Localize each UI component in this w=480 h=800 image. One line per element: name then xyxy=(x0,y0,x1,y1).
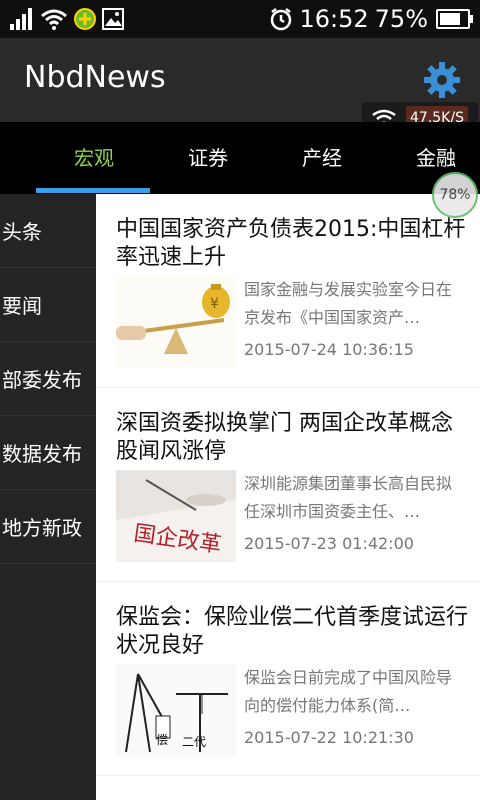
money-balance-image: ¥ xyxy=(116,276,236,368)
alarm-icon xyxy=(271,8,292,31)
sidebar-item-label: 头条 xyxy=(2,220,42,244)
article-date: 2015-07-24 10:36:15 xyxy=(244,340,414,359)
sidebar-item-label: 部委发布 xyxy=(2,368,82,392)
article-title: 深国资委拟换掌门 两国企改革概念股闻风涨停 xyxy=(116,411,453,464)
article-card[interactable]: 深国资委拟换掌门 两国企改革概念股闻风涨停 国企改革 深圳能源集团董事长高自民拟… xyxy=(96,388,480,581)
article-card[interactable]: 中国国家资产负债表2015:中国杠杆率迅速上升 ¥ 国家金融与发展实验室今日在京… xyxy=(96,194,480,387)
soe-reform-image: 国企改革 xyxy=(116,470,236,562)
sidebar-item-news[interactable]: 要闻 xyxy=(0,268,96,342)
tab-indicator xyxy=(36,188,150,193)
image-icon xyxy=(102,8,124,30)
article-list: 中国国家资产负债表2015:中国杠杆率迅速上升 ¥ 国家金融与发展实验室今日在京… xyxy=(96,194,480,800)
article-summary: 国家金融与发展实验室今日在京发布《中国国家资产… xyxy=(244,280,453,327)
tab-securities[interactable]: 证券 xyxy=(150,122,266,194)
image-caption-right: 二代 xyxy=(182,735,206,749)
crane-cartoon-image: 偿 二代 xyxy=(116,664,236,756)
app-title: NbdNews xyxy=(24,60,166,95)
wifi-icon xyxy=(41,9,67,30)
article-summary: 深圳能源集团董事长高自民拟任深圳市国资委主任、… xyxy=(244,474,453,521)
battery-percent: 75% xyxy=(374,5,428,33)
sidebar-item-data[interactable]: 数据发布 xyxy=(0,416,96,490)
sidebar-item-local-policy[interactable]: 地方新政 xyxy=(0,490,96,564)
signal-icon xyxy=(10,8,32,30)
battery-level-fill xyxy=(440,13,460,25)
status-icons-right: 16:52 75% xyxy=(269,4,473,34)
360-security-icon xyxy=(74,8,96,30)
sidebar-item-label: 数据发布 xyxy=(2,442,82,466)
sidebar-item-label: 要闻 xyxy=(2,294,42,318)
article-thumbnail: 偿 二代 xyxy=(116,664,236,756)
sidebar-item-headlines[interactable]: 头条 xyxy=(0,194,96,268)
tab-macro[interactable]: 宏观 xyxy=(36,122,152,194)
image-caption-left: 偿 xyxy=(156,732,168,747)
article-card-partial[interactable] xyxy=(96,776,480,800)
svg-text:¥: ¥ xyxy=(210,296,219,312)
battery-icon xyxy=(436,9,473,29)
article-thumbnail: 国企改革 xyxy=(116,470,236,562)
category-tabs: 宏观 证券 产经 金融 xyxy=(0,122,480,194)
tab-industry[interactable]: 产经 xyxy=(264,122,380,194)
sidebar-item-label: 地方新政 xyxy=(2,516,82,540)
article-card[interactable]: 保监会：保险业偿二代首季度试运行状况良好 偿 二代 保监会日前完成了中国风险导向… xyxy=(96,582,480,775)
article-summary: 保监会日前完成了中国风险导向的偿付能力体系(简… xyxy=(244,668,453,715)
status-bar: 16:52 75% xyxy=(0,0,480,38)
article-date: 2015-07-23 01:42:00 xyxy=(244,534,414,553)
article-date: 2015-07-22 10:21:30 xyxy=(244,728,414,747)
sidebar-item-ministry[interactable]: 部委发布 xyxy=(0,342,96,416)
article-thumbnail: ¥ xyxy=(116,276,236,368)
settings-gear-icon[interactable] xyxy=(422,60,462,100)
sidebar: 头条 要闻 部委发布 数据发布 地方新政 xyxy=(0,194,96,800)
article-title: 中国国家资产负债表2015:中国杠杆率迅速上升 xyxy=(116,217,466,270)
article-title: 保监会：保险业偿二代首季度试运行状况良好 xyxy=(116,605,469,658)
clock: 16:52 xyxy=(299,5,369,33)
app-bar: NbdNews 47.5K/S xyxy=(0,38,480,134)
status-icons-left xyxy=(10,6,124,32)
progress-badge[interactable]: 78% xyxy=(432,172,478,218)
